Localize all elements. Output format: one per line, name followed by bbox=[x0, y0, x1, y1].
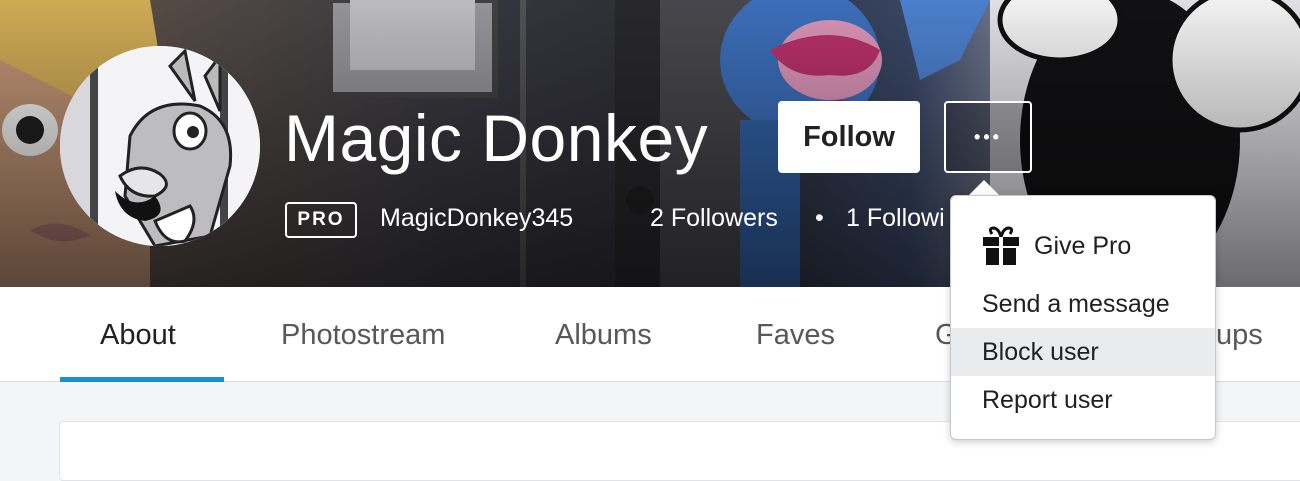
menu-item-label: Give Pro bbox=[1034, 231, 1132, 260]
menu-item-give-pro[interactable]: Give Pro bbox=[951, 222, 1215, 270]
gift-icon bbox=[983, 226, 1019, 265]
followers-link[interactable]: 2 Followers bbox=[650, 204, 778, 233]
tab-photostream[interactable]: Photostream bbox=[281, 319, 445, 352]
menu-item-label: Block user bbox=[982, 337, 1099, 366]
tab-albums[interactable]: Albums bbox=[555, 319, 652, 352]
active-tab-indicator bbox=[60, 377, 224, 382]
meta-separator: • bbox=[815, 204, 824, 232]
more-options-menu: Give Pro Send a message Block user Repor… bbox=[950, 195, 1216, 440]
menu-item-report-user[interactable]: Report user bbox=[951, 376, 1215, 424]
tab-groups[interactable]: ups bbox=[1216, 319, 1263, 352]
avatar[interactable] bbox=[60, 46, 260, 246]
profile-handle: MagicDonkey345 bbox=[380, 204, 574, 232]
menu-item-label: Report user bbox=[982, 385, 1113, 414]
menu-item-send-message[interactable]: Send a message bbox=[951, 280, 1215, 328]
menu-item-label: Send a message bbox=[982, 289, 1170, 318]
tab-faves[interactable]: Faves bbox=[756, 319, 835, 352]
pro-badge: PRO bbox=[285, 202, 357, 238]
following-link[interactable]: 1 Followi bbox=[846, 204, 945, 233]
tab-about[interactable]: About bbox=[100, 319, 176, 352]
menu-item-block-user[interactable]: Block user bbox=[951, 328, 1215, 376]
more-options-button[interactable]: ••• bbox=[944, 101, 1032, 173]
more-dots-icon: ••• bbox=[974, 126, 1002, 147]
follow-button[interactable]: Follow bbox=[778, 101, 920, 173]
donkey-avatar-image bbox=[60, 46, 260, 246]
profile-display-name: Magic Donkey bbox=[284, 101, 709, 175]
dropdown-caret bbox=[968, 180, 1000, 196]
